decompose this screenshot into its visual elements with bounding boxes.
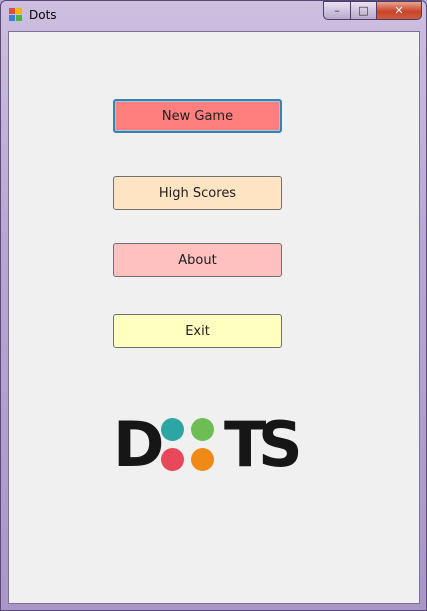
orange-dot <box>191 448 214 471</box>
logo-letter-d: D <box>113 408 165 481</box>
minimize-icon: – <box>334 4 340 17</box>
high-scores-label: High Scores <box>158 185 237 201</box>
dots-logo: D T S <box>113 408 303 481</box>
window-title: Dots <box>29 8 57 22</box>
maximize-icon: □ <box>358 4 369 17</box>
high-scores-button[interactable]: High Scores <box>113 176 282 210</box>
red-dot <box>161 448 184 471</box>
logo-letter-s: S <box>258 408 303 481</box>
teal-dot <box>161 418 184 441</box>
client-area: New Game High Scores About Exit D T S <box>8 31 420 604</box>
app-window: Dots – □ ✕ New Game High Scores About Ex… <box>0 0 427 611</box>
exit-label: Exit <box>185 323 210 339</box>
close-icon: ✕ <box>394 4 404 17</box>
about-button[interactable]: About <box>113 243 282 277</box>
about-label: About <box>178 252 217 268</box>
new-game-button[interactable]: New Game <box>113 99 282 133</box>
exit-button[interactable]: Exit <box>113 314 282 348</box>
title-bar[interactable]: Dots – □ ✕ <box>1 1 426 31</box>
close-button[interactable]: ✕ <box>376 1 422 20</box>
window-controls: – □ ✕ <box>323 1 422 21</box>
app-icon[interactable] <box>9 8 23 22</box>
minimize-button[interactable]: – <box>323 1 350 20</box>
maximize-button[interactable]: □ <box>350 1 376 20</box>
new-game-label: New Game <box>161 108 234 124</box>
green-dot <box>191 418 214 441</box>
